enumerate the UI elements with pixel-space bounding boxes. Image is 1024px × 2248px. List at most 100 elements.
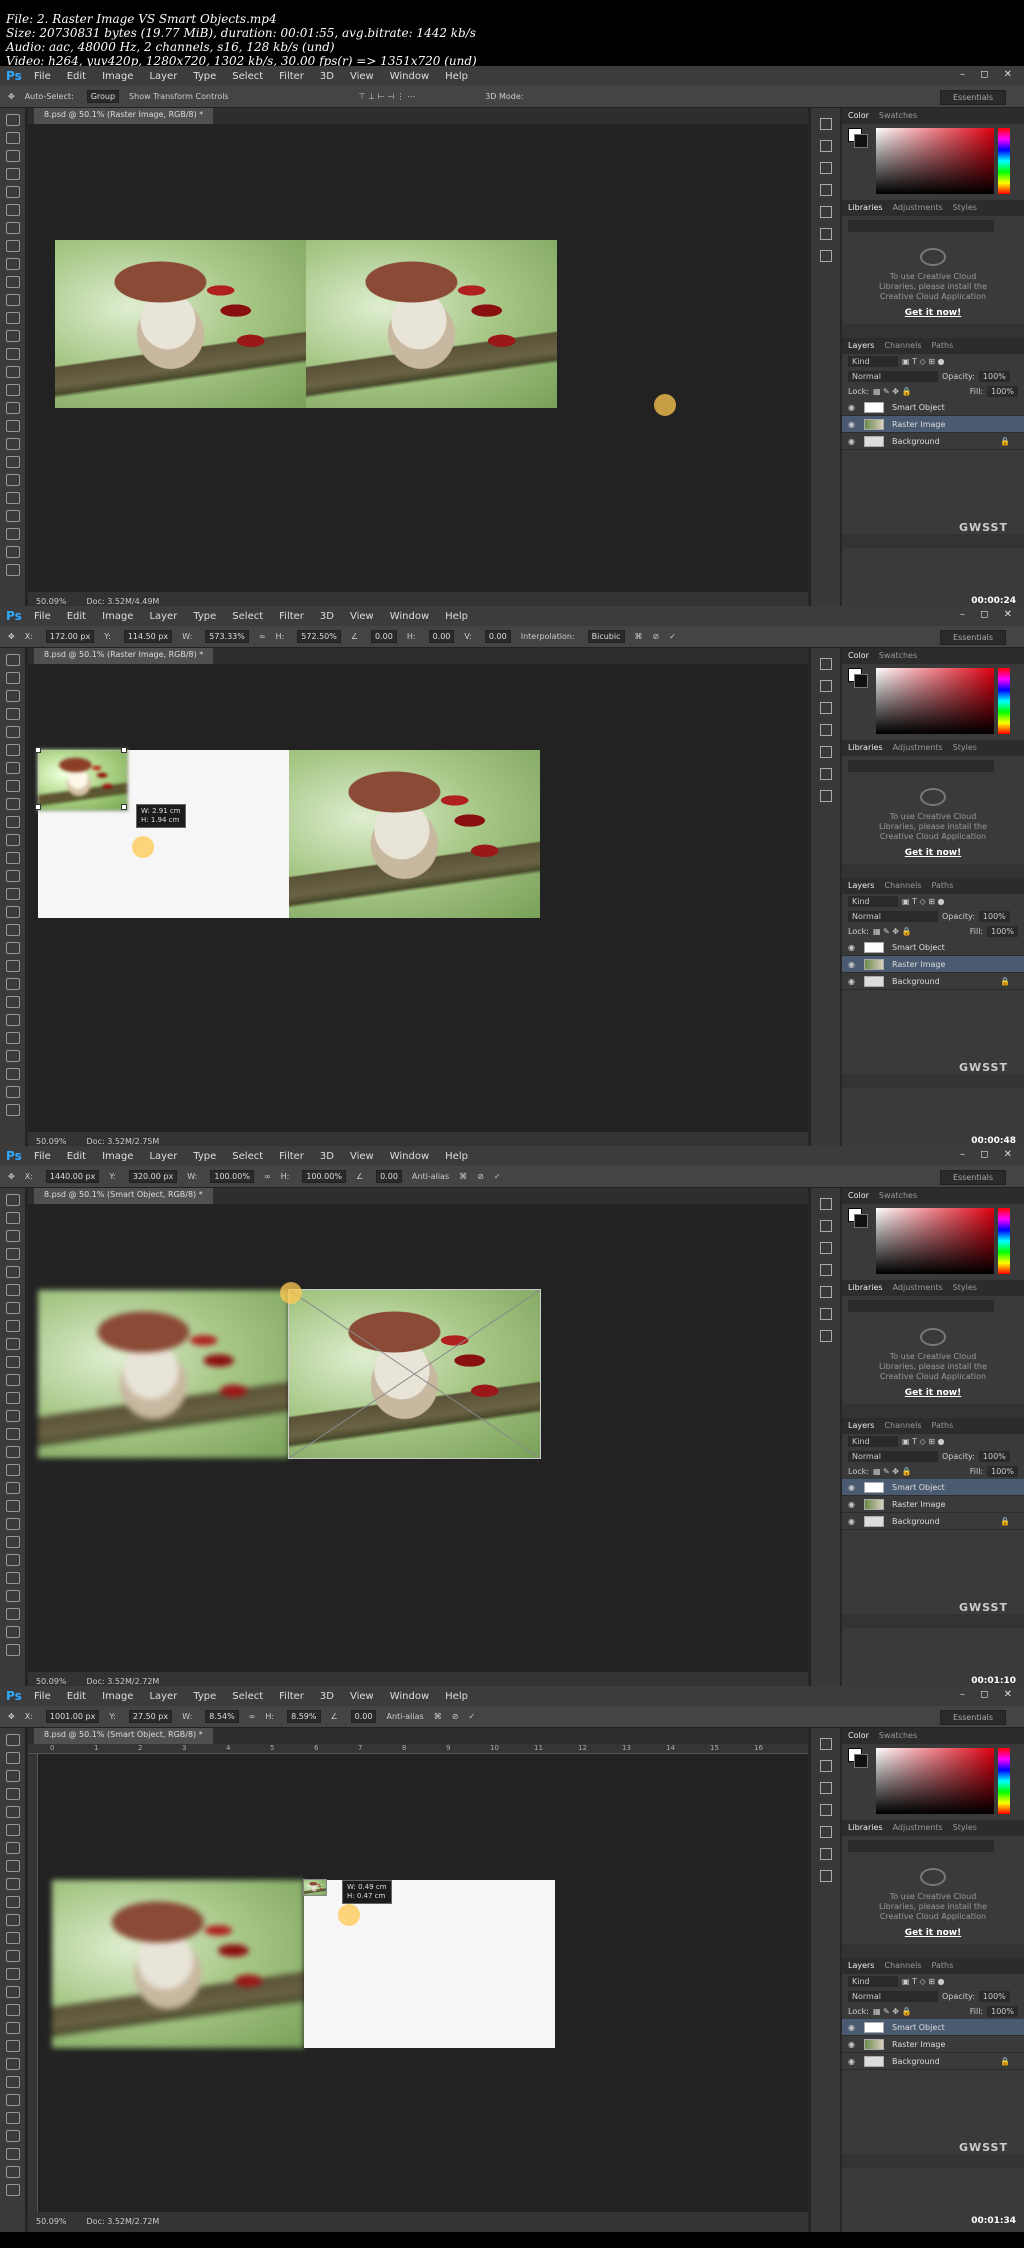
tool-icon[interactable]: [5, 942, 20, 954]
tool-icon[interactable]: [5, 2094, 20, 2106]
menu-filter[interactable]: Filter: [271, 611, 312, 622]
canvas-area[interactable]: W: 0.49 cm H: 0.47 cm: [38, 1754, 808, 2212]
tab-libraries[interactable]: Libraries: [848, 1280, 883, 1296]
get-it-now-link[interactable]: Get it now!: [842, 1928, 1024, 1938]
tab-color[interactable]: Color: [848, 1728, 869, 1744]
doc-size[interactable]: Doc: 3.52M/4.49M: [87, 597, 160, 606]
filter-icons[interactable]: ▣ T ◇ ⊞ ●: [902, 357, 944, 366]
layer-row[interactable]: ◉ Background 🔒: [842, 1513, 1024, 1530]
visibility-eye-icon[interactable]: ◉: [848, 943, 858, 952]
tool-icon[interactable]: [5, 1752, 20, 1764]
dock-panel-icon[interactable]: [819, 206, 832, 218]
menu-file[interactable]: File: [26, 1691, 59, 1702]
fill-field[interactable]: 100%: [987, 1466, 1018, 1477]
menu-3d[interactable]: 3D: [312, 611, 342, 622]
tool-icon[interactable]: [5, 1338, 20, 1350]
auto-select-label[interactable]: Auto-Select:: [25, 92, 74, 101]
height-field[interactable]: 572.50%: [297, 630, 341, 643]
tool-icon[interactable]: [5, 204, 20, 216]
tool-icon[interactable]: [5, 564, 20, 576]
commit-transform-icon[interactable]: ✓: [468, 1712, 475, 1721]
tool-icon[interactable]: [5, 1878, 20, 1890]
tool-icon[interactable]: [5, 744, 20, 756]
tool-icon[interactable]: [5, 1896, 20, 1908]
menu-view[interactable]: View: [342, 1691, 382, 1702]
tool-preset-icon[interactable]: ✥: [8, 1172, 15, 1181]
dock-panel-icon[interactable]: [819, 702, 832, 714]
tool-icon[interactable]: [5, 168, 20, 180]
menu-3d[interactable]: 3D: [312, 1691, 342, 1702]
filter-icons[interactable]: ▣ T ◇ ⊞ ●: [902, 1437, 944, 1446]
tab-paths[interactable]: Paths: [932, 1418, 954, 1434]
tool-icon[interactable]: [5, 1050, 20, 1062]
smart-object-image[interactable]: [306, 240, 557, 408]
dock-panel-icon[interactable]: [819, 1286, 832, 1298]
fill-field[interactable]: 100%: [987, 386, 1018, 397]
tool-icon[interactable]: [5, 276, 20, 288]
document-tab[interactable]: 8.psd @ 50.1% (Smart Object, RGB/8) *: [34, 1188, 213, 1204]
tool-icon[interactable]: [5, 1572, 20, 1584]
tool-icon[interactable]: [5, 2166, 20, 2178]
menu-view[interactable]: View: [342, 611, 382, 622]
auto-select-dropdown[interactable]: Group: [86, 90, 120, 103]
blend-mode-dropdown[interactable]: Normal: [848, 371, 938, 382]
tool-icon[interactable]: [5, 1554, 20, 1566]
opacity-field[interactable]: 100%: [978, 1451, 1010, 1462]
zoom-level[interactable]: 50.09%: [36, 597, 67, 606]
tool-icon[interactable]: [5, 402, 20, 414]
layers-footer-icons[interactable]: [842, 2154, 1024, 2168]
tool-preset-icon[interactable]: ✥: [8, 1712, 15, 1721]
tool-icon[interactable]: [5, 906, 20, 918]
tool-icon[interactable]: [5, 834, 20, 846]
interpolation-dropdown[interactable]: Bicubic: [587, 630, 625, 643]
library-dropdown[interactable]: [848, 220, 994, 232]
tool-icon[interactable]: [5, 798, 20, 810]
tab-swatches[interactable]: Swatches: [879, 108, 917, 124]
zoom-level[interactable]: 50.09%: [36, 2217, 67, 2226]
tool-icon[interactable]: [5, 690, 20, 702]
layer-name[interactable]: Background: [892, 2057, 940, 2066]
visibility-eye-icon[interactable]: ◉: [848, 420, 858, 429]
dock-panel-icon[interactable]: [819, 1738, 832, 1750]
color-picker-field[interactable]: [876, 128, 994, 194]
color-picker-field[interactable]: [876, 668, 994, 734]
tool-icon[interactable]: [5, 924, 20, 936]
background-color-swatch[interactable]: [854, 1214, 868, 1228]
tool-icon[interactable]: [5, 1212, 20, 1224]
dock-panel-icon[interactable]: [819, 1826, 832, 1838]
tab-libraries[interactable]: Libraries: [848, 740, 883, 756]
height-field[interactable]: 8.59%: [287, 1710, 321, 1723]
tab-paths[interactable]: Paths: [932, 338, 954, 354]
tool-icon[interactable]: [5, 1284, 20, 1296]
tab-paths[interactable]: Paths: [932, 878, 954, 894]
opacity-field[interactable]: 100%: [978, 911, 1010, 922]
dock-panel-icon[interactable]: [819, 1242, 832, 1254]
menu-window[interactable]: Window: [382, 1151, 437, 1162]
layer-name[interactable]: Raster Image: [892, 1500, 945, 1509]
tool-icon[interactable]: [5, 1320, 20, 1332]
menu-filter[interactable]: Filter: [271, 1691, 312, 1702]
tool-icon[interactable]: [5, 996, 20, 1008]
library-dropdown[interactable]: [848, 1300, 994, 1312]
menu-image[interactable]: Image: [94, 1151, 141, 1162]
tool-icon[interactable]: [5, 1986, 20, 1998]
layer-row[interactable]: ◉ Background 🔒: [842, 433, 1024, 450]
tab-layers[interactable]: Layers: [848, 1958, 874, 1974]
tool-icon[interactable]: [5, 438, 20, 450]
hue-slider[interactable]: [998, 1208, 1010, 1274]
tool-icon[interactable]: [5, 1032, 20, 1044]
menu-3d[interactable]: 3D: [312, 71, 342, 82]
tool-icon[interactable]: [5, 1644, 20, 1656]
link-icon[interactable]: ∞: [264, 1172, 271, 1181]
window-controls[interactable]: – ◻ ✕: [960, 1689, 1018, 1700]
tool-icon[interactable]: [5, 546, 20, 558]
transform-handle[interactable]: [35, 747, 41, 753]
tool-icon[interactable]: [5, 1374, 20, 1386]
tool-icon[interactable]: [5, 1536, 20, 1548]
hue-slider[interactable]: [998, 1748, 1010, 1814]
visibility-eye-icon[interactable]: ◉: [848, 960, 858, 969]
menu-image[interactable]: Image: [94, 1691, 141, 1702]
tab-layers[interactable]: Layers: [848, 338, 874, 354]
x-field[interactable]: 1440.00 px: [45, 1170, 100, 1183]
cancel-transform-icon[interactable]: ⊘: [477, 1172, 484, 1181]
